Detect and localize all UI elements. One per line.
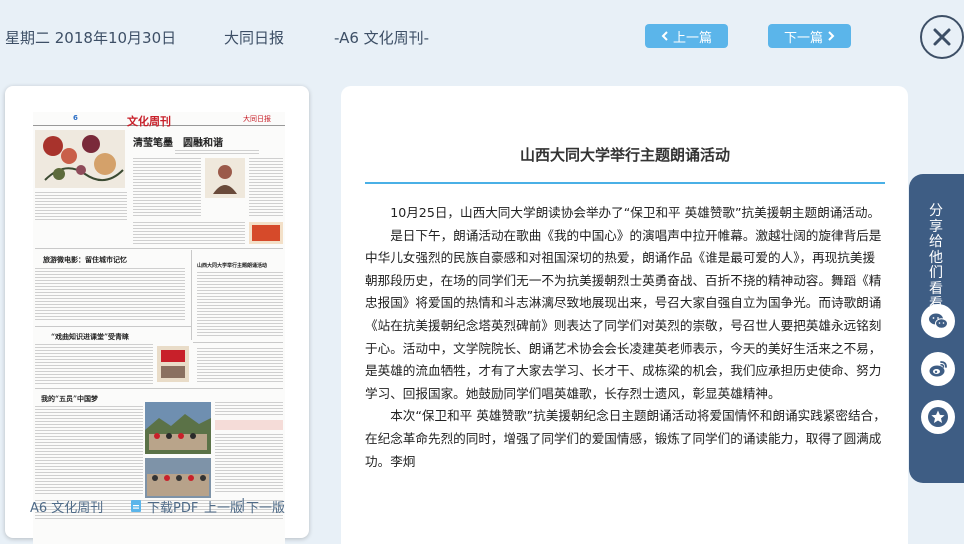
article-paragraph: 是日下午，朗诵活动在歌曲《我的中国心》的演唱声中拉开帷幕。激越壮阔的旋律背后是中… (365, 227, 882, 401)
newspaper-page-thumbnail[interactable]: 6 文化周刊 大同日报 清莹笔墨 圆融和谐 旅游微电影：留住城市记忆 山西大同大… (33, 112, 285, 544)
thumb-edition-label: A6 文化周刊 (30, 501, 104, 516)
masthead-logo: 大同日报 (243, 115, 271, 123)
share-sidebar: 分享给他们看看 (909, 174, 964, 483)
close-button[interactable] (920, 15, 964, 59)
thumb-headline-3: “戏曲知识进课堂”受青睐 (51, 332, 130, 341)
masthead-title: 文化周刊 (127, 115, 171, 128)
issue-date: 星期二 2018年10月30日 (5, 29, 177, 47)
thumb-headline-2: 旅游微电影：留住城市记忆 (43, 255, 127, 264)
page-thumbnail-panel: 6 文化周刊 大同日报 清莹笔墨 圆融和谐 旅游微电影：留住城市记忆 山西大同大… (5, 86, 309, 544)
article-body: 10月25日，山西大同大学朗读协会举办了“保卫和平 英雄赞歌”抗美援朝主题朗诵活… (365, 202, 887, 473)
group-photo-2-image (145, 458, 211, 498)
portrait-painting-image (205, 158, 245, 198)
share-label: 分享给他们看看 (929, 203, 943, 311)
next-article-button[interactable]: 下一篇 (768, 24, 851, 48)
article-panel: 山西大同大学举行主题朗诵活动 10月25日，山西大同大学朗读协会举办了“保卫和平… (341, 86, 908, 544)
share-weibo-button[interactable] (921, 352, 955, 386)
weibo-icon (929, 361, 947, 377)
group-photo-image (145, 402, 211, 454)
download-pdf-link[interactable]: 下载PDF (147, 497, 198, 516)
thumb-headline-5: 山西大同大学举行主题朗诵活动 (197, 263, 268, 269)
article-title: 山西大同大学举行主题朗诵活动 (519, 146, 730, 164)
article-paragraph: 10月25日，山西大同大学朗读协会举办了“保卫和平 英雄赞歌”抗美援朝主题朗诵活… (390, 205, 881, 220)
share-favorite-button[interactable] (921, 400, 955, 434)
page-number: 6 (73, 114, 78, 122)
prev-page-link[interactable]: 上一版 (204, 497, 243, 516)
thumb-headline-1: 清莹笔墨 圆融和谐 (133, 138, 223, 149)
next-article-label: 下一篇 (783, 30, 823, 46)
chevron-right-icon (828, 31, 835, 41)
top-bar: 星期二 2018年10月30日 大同日报 -A6 文化周刊- 上一篇 下一篇 (0, 0, 964, 72)
wechat-icon (929, 313, 948, 329)
page-link-separator: | (241, 497, 246, 512)
title-divider (365, 182, 885, 184)
red-banner-image (215, 420, 283, 430)
prev-article-label: 上一篇 (672, 30, 712, 46)
next-page-link[interactable]: 下一版 (246, 497, 285, 516)
close-icon (933, 28, 951, 46)
chevron-left-icon (661, 31, 668, 41)
flower-painting-image (35, 130, 125, 188)
favorite-star-icon (928, 407, 948, 427)
pdf-download-icon[interactable] (129, 499, 143, 513)
edition-label: -A6 文化周刊- (334, 29, 430, 47)
thumb-headline-4: 我的“五员”中国梦 (41, 394, 99, 403)
article-paragraph: 本次“保卫和平 英雄赞歌”抗美援朝纪念日主题朗诵活动将爱国情怀和朗诵实践紧密结合… (365, 408, 886, 469)
thumbnail-footer: A6 文化周刊 下载PDF 上一版 | 下一版 (5, 494, 309, 518)
newspaper-masthead: 6 文化周刊 大同日报 (33, 112, 285, 128)
share-wechat-button[interactable] (921, 304, 955, 338)
prev-article-button[interactable]: 上一篇 (645, 24, 728, 48)
event-photo-image (157, 346, 189, 382)
paper-name: 大同日报 (224, 29, 285, 47)
red-stamp-image (249, 222, 283, 244)
